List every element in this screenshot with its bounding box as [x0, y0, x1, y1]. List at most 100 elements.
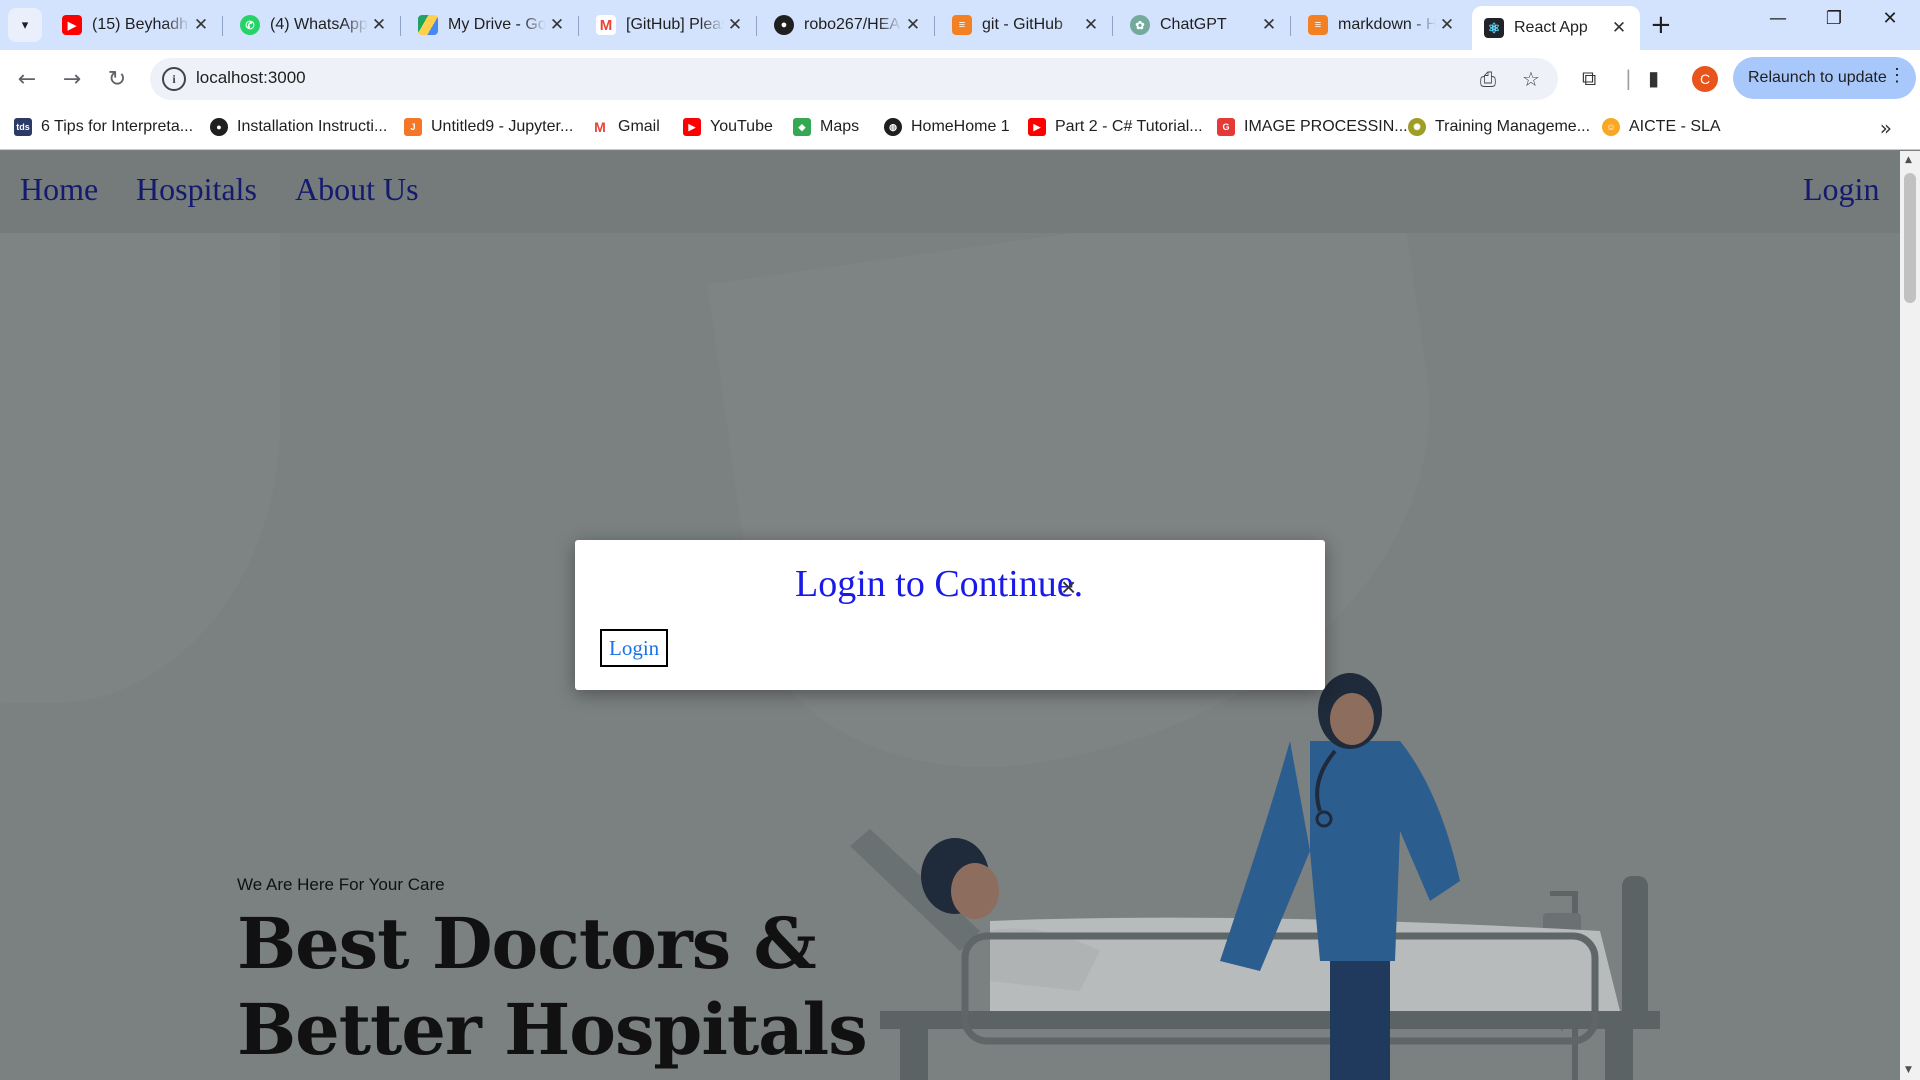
browser-toolbar: ← → ↻ i localhost:3000 ⎙ ☆ ⧉ | ▮	[0, 50, 1920, 108]
doctor-face	[1330, 693, 1374, 745]
bookmark-item[interactable]: ◍ HomeHome 1	[884, 118, 1010, 136]
bookmark-item[interactable]: ● Installation Instructi...	[210, 118, 387, 136]
close-tab-icon[interactable]: ✕	[724, 15, 746, 35]
bookmark-label: YouTube	[710, 118, 773, 135]
minimize-icon[interactable]: —	[1758, 8, 1798, 29]
bookmark-label: HomeHome 1	[911, 118, 1010, 135]
scroll-down-icon[interactable]: ▼	[1905, 1065, 1912, 1075]
page-scrollbar[interactable]: ▲ ▼	[1900, 151, 1920, 1080]
nav-home-link[interactable]: Home	[20, 171, 98, 208]
extensions-icon[interactable]: ⧉	[1582, 66, 1596, 90]
side-panel-icon[interactable]: ▮	[1648, 66, 1659, 90]
hero-subtitle: We Are Here For Your Care	[237, 875, 445, 894]
nav-about-link[interactable]: About Us	[295, 171, 419, 208]
bookmark-label: Gmail	[618, 118, 660, 135]
bookmark-item[interactable]: ☺ AICTE - SLA	[1602, 118, 1721, 136]
new-tab-icon[interactable]: +	[1650, 10, 1672, 40]
gfg-icon: G	[1217, 118, 1235, 136]
site-info-icon[interactable]: i	[162, 67, 186, 91]
bookmark-label: Untitled9 - Jupyter...	[431, 118, 574, 135]
tab-title: markdown - How	[1338, 16, 1436, 33]
tab-git-github[interactable]: ≡ git - GitHub ✕	[940, 6, 1113, 44]
tab-robo267[interactable]: ● robo267/HEALTH ✕	[762, 6, 935, 44]
bookmark-item[interactable]: ▶ YouTube	[683, 118, 773, 136]
close-icon[interactable]: ×	[1061, 574, 1076, 600]
login-modal: Login to Continue. × Login	[575, 540, 1325, 690]
react-icon: ⚛	[1484, 18, 1504, 38]
hero-title-line: Better Hospitals	[237, 988, 868, 1071]
address-bar[interactable]: i localhost:3000 ⎙ ☆	[150, 58, 1558, 100]
youtube-icon: ▶	[62, 15, 82, 35]
bookmarks-bar: tds 6 Tips for Interpreta... ● Installatio…	[0, 108, 1920, 150]
restore-icon[interactable]: ❐	[1814, 8, 1854, 29]
profile-avatar[interactable]: C	[1692, 66, 1718, 92]
bookmark-item[interactable]: M Gmail	[591, 118, 660, 136]
maps-icon: ◆	[793, 118, 811, 136]
tds-icon: tds	[14, 118, 32, 136]
close-tab-icon[interactable]: ✕	[1080, 15, 1102, 35]
window-close-icon[interactable]: ✕	[1870, 8, 1910, 29]
bookmark-label: Maps	[820, 118, 860, 135]
bookmark-item[interactable]: J Untitled9 - Jupyter...	[404, 118, 573, 136]
tab-github-mail[interactable]: M [GitHub] Please ✕	[584, 6, 757, 44]
nav-hospitals-link[interactable]: Hospitals	[136, 171, 257, 208]
bed-footboard	[1622, 876, 1648, 1026]
bookmark-label: Part 2 - C# Tutorial...	[1055, 118, 1203, 135]
bookmark-item[interactable]: ▶ Part 2 - C# Tutorial...	[1028, 118, 1203, 136]
back-icon[interactable]: ←	[12, 64, 42, 94]
youtube-icon: ▶	[1028, 118, 1046, 136]
scroll-thumb[interactable]	[1904, 173, 1916, 303]
close-tab-icon[interactable]: ✕	[1608, 18, 1630, 38]
forward-icon[interactable]: →	[57, 64, 87, 94]
close-tab-icon[interactable]: ✕	[1258, 15, 1280, 35]
doctor-legs	[1330, 961, 1390, 1080]
bookmark-item[interactable]: ✺ Training Manageme...	[1408, 118, 1590, 136]
tab-title: My Drive - Google Drive	[448, 16, 546, 33]
bookmarks-overflow-icon[interactable]: »	[1880, 116, 1892, 140]
modal-title: Login to Continue.	[795, 563, 1084, 605]
url-text[interactable]: localhost:3000	[196, 68, 306, 88]
modal-login-button[interactable]: Login	[600, 629, 669, 667]
globe-icon: ◍	[884, 118, 902, 136]
install-app-icon[interactable]: ⎙	[1480, 67, 1496, 91]
close-tab-icon[interactable]: ✕	[368, 15, 390, 35]
tab-strip: ▾ ▶ (15) Beyhadh ✕ ✆ (4) WhatsApp ✕ My D…	[0, 0, 1920, 50]
bed-leg	[1605, 1029, 1633, 1080]
bed-leg	[900, 1029, 928, 1080]
close-tab-icon[interactable]: ✕	[902, 15, 924, 35]
more-menu-icon[interactable]: ⋮	[1888, 65, 1906, 86]
jupyter-icon: J	[404, 118, 422, 136]
tab-chatgpt[interactable]: ✿ ChatGPT ✕	[1118, 6, 1291, 44]
relaunch-label: Relaunch to update	[1748, 69, 1887, 86]
chatgpt-icon: ✿	[1130, 15, 1150, 35]
bookmark-item[interactable]: tds 6 Tips for Interpreta...	[14, 118, 193, 136]
toolbar-divider: |	[1625, 66, 1632, 90]
tab-markdown[interactable]: ≡ markdown - How ✕	[1296, 6, 1468, 44]
gmail-icon: M	[596, 15, 616, 35]
bookmark-label: IMAGE PROCESSIN...	[1244, 118, 1408, 135]
aicte-icon: ☺	[1602, 118, 1620, 136]
tab-whatsapp[interactable]: ✆ (4) WhatsApp ✕	[228, 6, 401, 44]
scroll-up-icon[interactable]: ▲	[1905, 155, 1912, 165]
tab-search-button[interactable]: ▾	[8, 8, 42, 42]
reload-icon[interactable]: ↻	[102, 64, 132, 94]
whatsapp-icon: ✆	[240, 15, 260, 35]
tab-drive[interactable]: My Drive - Google Drive ✕	[406, 6, 579, 44]
nav-login-link[interactable]: Login	[1803, 171, 1879, 208]
hero-title-line: Best Doctors &	[237, 902, 817, 985]
iv-arm	[1550, 891, 1578, 896]
tab-title: ChatGPT	[1160, 16, 1227, 33]
tab-beyhadh[interactable]: ▶ (15) Beyhadh ✕	[50, 6, 223, 44]
close-tab-icon[interactable]: ✕	[546, 15, 568, 35]
bookmark-item[interactable]: G IMAGE PROCESSIN...	[1217, 118, 1408, 136]
stackoverflow-icon: ≡	[1308, 15, 1328, 35]
close-tab-icon[interactable]: ✕	[1436, 15, 1458, 35]
tab-react-app[interactable]: ⚛ React App ✕	[1472, 6, 1640, 50]
doctor-patient-illustration	[850, 673, 1660, 1080]
tab-title: git - GitHub	[982, 16, 1063, 33]
close-tab-icon[interactable]: ✕	[190, 15, 212, 35]
bookmark-item[interactable]: ◆ Maps	[793, 118, 859, 136]
bookmark-star-icon[interactable]: ☆	[1522, 67, 1540, 91]
tab-title: (4) WhatsApp	[270, 16, 368, 33]
relaunch-button[interactable]: Relaunch to update ⋮	[1733, 57, 1916, 99]
